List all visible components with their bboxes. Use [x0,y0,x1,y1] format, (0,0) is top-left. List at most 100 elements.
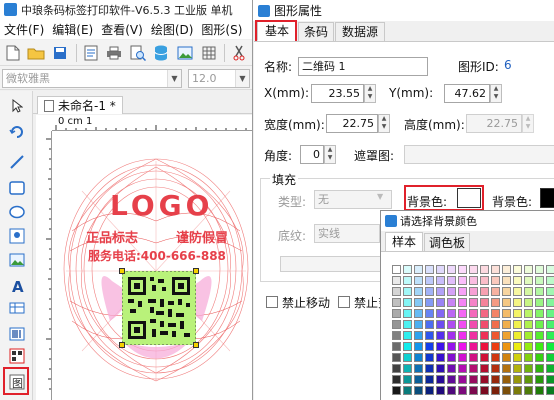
label-canvas[interactable]: LOGO 正品标志 谨防假冒 服务电话:400-666-888 [52,131,252,400]
color-swatch[interactable] [513,298,522,307]
color-swatch[interactable] [513,287,522,296]
color-swatch[interactable] [403,331,412,340]
color-swatch[interactable] [414,342,423,351]
color-swatch[interactable] [458,320,467,329]
color-swatch[interactable] [403,298,412,307]
color-swatch[interactable] [447,342,456,351]
color-swatch[interactable] [491,386,500,395]
color-swatch[interactable] [535,298,544,307]
color-swatch[interactable] [436,265,445,274]
chevron-down-icon[interactable]: ▼ [167,70,181,87]
color-swatch[interactable] [491,287,500,296]
color-swatch[interactable] [414,331,423,340]
color-swatch[interactable] [524,287,533,296]
color-swatch[interactable] [414,320,423,329]
color-swatch[interactable] [535,386,544,395]
color-swatch[interactable] [524,375,533,384]
menu-draw[interactable]: 绘图(D) [147,21,198,38]
color-swatch[interactable] [436,276,445,285]
color-swatch[interactable] [414,364,423,373]
y-field[interactable]: 47.62 [444,84,490,103]
color-swatch[interactable] [480,309,489,318]
color-swatch[interactable] [524,276,533,285]
color-swatch[interactable] [392,309,401,318]
color-swatch[interactable] [491,342,500,351]
color-swatch[interactable] [491,309,500,318]
color-swatch[interactable] [403,386,412,395]
color-swatch[interactable] [414,309,423,318]
color-swatch[interactable] [447,309,456,318]
color-swatch[interactable] [502,320,511,329]
resize-handle[interactable] [119,342,125,348]
color-swatch[interactable] [469,298,478,307]
menu-shape[interactable]: 图形(S) [197,21,246,38]
color-swatch[interactable] [513,309,522,318]
width-field[interactable]: 22.75 [326,114,378,133]
x-field[interactable]: 23.55 [311,84,364,103]
color-swatch[interactable] [458,276,467,285]
color-swatch[interactable] [513,342,522,351]
color-swatch[interactable] [392,265,401,274]
color-swatch[interactable] [436,331,445,340]
color-swatch[interactable] [535,353,544,362]
print-preview-icon[interactable] [127,42,149,64]
color-swatch[interactable] [425,364,434,373]
color-swatch[interactable] [425,298,434,307]
angle-field[interactable]: 0 [300,145,324,164]
color-swatch[interactable] [480,287,489,296]
rotate-icon[interactable] [6,121,28,143]
color-swatch[interactable] [480,364,489,373]
line-icon[interactable] [6,151,28,173]
document-tab[interactable]: 未命名-1 * [37,96,123,114]
color-swatch[interactable] [491,331,500,340]
color-swatch[interactable] [535,375,544,384]
page-setup-icon[interactable] [80,42,102,64]
color-swatch[interactable] [535,276,544,285]
color-swatch[interactable] [403,276,412,285]
color-swatch[interactable] [414,298,423,307]
color-swatch[interactable] [469,331,478,340]
color-swatch[interactable] [447,364,456,373]
color-swatch[interactable] [458,342,467,351]
color-swatch[interactable] [392,375,401,384]
color-swatch[interactable] [502,265,511,274]
color-swatch[interactable] [425,342,434,351]
color-swatch[interactable] [546,265,554,274]
color-swatch[interactable] [546,320,554,329]
cut-icon[interactable] [228,42,250,64]
color-swatch[interactable] [546,276,554,285]
color-swatch[interactable] [502,276,511,285]
print-icon[interactable] [103,42,125,64]
color-swatch[interactable] [458,331,467,340]
barcode-image-icon[interactable] [6,225,28,247]
color-swatch[interactable] [513,386,522,395]
color-swatch[interactable] [392,331,401,340]
color-swatch[interactable] [392,364,401,373]
color-swatch[interactable] [436,386,445,395]
color-swatch[interactable] [524,386,533,395]
color-swatch[interactable] [447,287,456,296]
color-swatch[interactable] [469,353,478,362]
color-swatch[interactable] [425,386,434,395]
color-swatch[interactable] [469,342,478,351]
resize-handle[interactable] [119,268,125,274]
color-swatch[interactable] [392,287,401,296]
color-swatch[interactable] [546,298,554,307]
color-swatch[interactable] [469,320,478,329]
color-swatch[interactable] [425,331,434,340]
color-swatch[interactable] [403,375,412,384]
color-swatch[interactable] [535,309,544,318]
color-swatch[interactable] [403,364,412,373]
color-swatch[interactable] [535,265,544,274]
color-swatch[interactable] [491,276,500,285]
color-swatch[interactable] [447,276,456,285]
color-swatch[interactable] [447,320,456,329]
color-swatch[interactable] [546,309,554,318]
color-swatch[interactable] [447,265,456,274]
color-swatch[interactable] [491,364,500,373]
color-swatch[interactable] [502,364,511,373]
color-swatch[interactable] [414,375,423,384]
color-swatch[interactable] [469,287,478,296]
color-swatch[interactable] [480,320,489,329]
tab-palette[interactable]: 调色板 [424,233,470,253]
